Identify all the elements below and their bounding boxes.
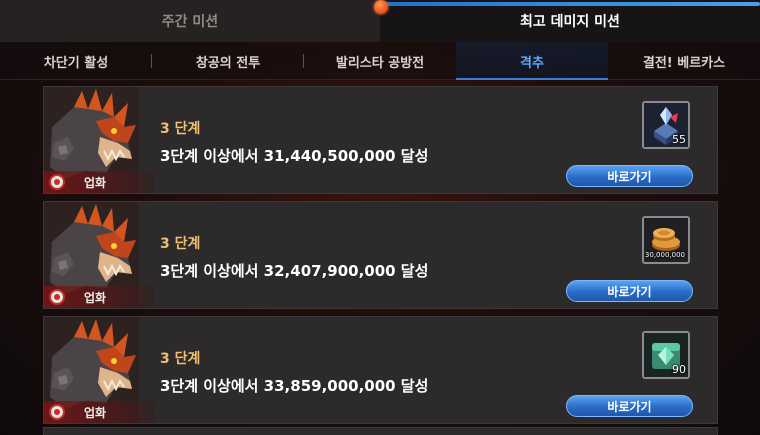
mission-list: 업화 3 단계 3단계 이상에서 31,440,500,000 달성 55 바로… (43, 86, 718, 431)
boss-badge: 업화 (44, 286, 154, 308)
subtab-barrier-activation[interactable]: 차단기 활성 (0, 42, 152, 80)
sub-tab-bar: 차단기 활성 창공의 전투 발리스타 공방전 격추 결전! 베르카스 (0, 42, 760, 80)
mission-description: 3단계 이상에서 31,440,500,000 달성 (160, 147, 429, 165)
reward-slot[interactable]: 55 (642, 101, 690, 149)
reward-quantity: 55 (672, 133, 686, 146)
mission-card: 업화 3 단계 3단계 이상에서 32,407,900,000 달성 30,00… (43, 201, 718, 309)
subtab-decisive-berkas[interactable]: 결전! 베르카스 (608, 42, 760, 80)
mission-card-partial (43, 427, 718, 435)
reward-quantity: 30,000,000 (644, 251, 685, 259)
mission-description: 3단계 이상에서 32,407,900,000 달성 (160, 262, 429, 280)
go-button[interactable]: 바로가기 (566, 165, 693, 187)
subtab-label: 결전! 베르카스 (642, 55, 726, 71)
reward-quantity: 90 (672, 363, 686, 376)
boss-name: 업화 (84, 175, 107, 190)
boss-badge: 업화 (44, 401, 154, 423)
boss-name: 업화 (84, 290, 107, 305)
boss-name: 업화 (84, 405, 107, 420)
subtab-label: 창공의 전투 (195, 55, 261, 71)
boss-element-icon (49, 174, 65, 190)
boss-element-icon (49, 404, 65, 420)
boss-badge: 업화 (44, 171, 154, 193)
tab-weekly-mission-label: 주간 미션 (161, 14, 219, 30)
tab-max-damage-mission-label: 최고 데미지 미션 (520, 14, 620, 30)
subtab-sky-battle[interactable]: 창공의 전투 (152, 42, 304, 80)
subtab-label: 차단기 활성 (43, 55, 109, 71)
go-button[interactable]: 바로가기 (566, 280, 693, 302)
tab-max-damage-mission[interactable]: 최고 데미지 미션 (380, 0, 760, 42)
subtab-label: 격추 (520, 55, 544, 71)
reward-slot[interactable]: 90 (642, 331, 690, 379)
subtab-shoot-down[interactable]: 격추 (456, 42, 608, 80)
mission-stage: 3 단계 (160, 121, 201, 137)
subtab-ballista-siege[interactable]: 발리스타 공방전 (304, 42, 456, 80)
mission-stage: 3 단계 (160, 236, 201, 252)
mission-card: 업화 3 단계 3단계 이상에서 31,440,500,000 달성 55 바로… (43, 86, 718, 194)
active-tab-indicator (380, 2, 760, 6)
reward-slot[interactable]: 30,000,000 (642, 216, 690, 264)
subtab-label: 발리스타 공방전 (335, 55, 425, 71)
tab-weekly-mission[interactable]: 주간 미션 (0, 0, 380, 42)
go-button[interactable]: 바로가기 (566, 395, 693, 417)
tab-slider-knob (374, 0, 388, 14)
boss-element-icon (49, 289, 65, 305)
mission-description: 3단계 이상에서 33,859,000,000 달성 (160, 377, 429, 395)
mission-card: 업화 3 단계 3단계 이상에서 33,859,000,000 달성 90 바로… (43, 316, 718, 424)
mission-stage: 3 단계 (160, 351, 201, 367)
